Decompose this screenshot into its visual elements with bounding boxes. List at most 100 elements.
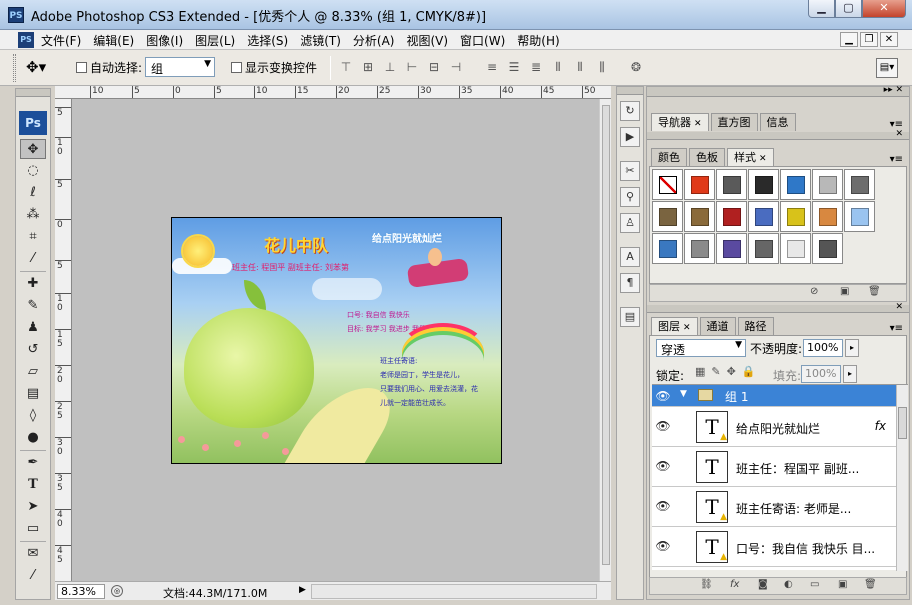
fill-input[interactable]: 100% xyxy=(801,365,841,383)
tab-navigator[interactable]: 导航器 ✕ xyxy=(651,113,709,131)
brushes-panel-icon[interactable]: ⚲ xyxy=(620,187,640,207)
status-menu-arrow-icon[interactable]: ▶ xyxy=(299,585,306,595)
visibility-eye-icon[interactable]: 👁 xyxy=(655,538,671,554)
lock-pixels-icon[interactable]: ✎ xyxy=(711,365,720,378)
style-swatch[interactable] xyxy=(716,169,747,200)
align-bottom-icon[interactable]: ⊥ xyxy=(382,59,398,75)
panel-close-icon[interactable]: ✕ xyxy=(895,302,903,312)
lasso-tool-icon[interactable]: ℓ xyxy=(20,183,46,203)
clone-source-icon[interactable]: ♙ xyxy=(620,213,640,233)
align-hcenter-icon[interactable]: ⊟ xyxy=(426,59,442,75)
visibility-eye-icon[interactable]: 👁 xyxy=(655,388,671,404)
layer-row[interactable]: 👁 T ▲ 口号：我自信 我快乐 目... xyxy=(652,528,896,567)
menu-edit[interactable]: 编辑(E) xyxy=(93,32,134,49)
delete-layer-icon[interactable]: 🗑 xyxy=(864,579,877,590)
style-swatch[interactable] xyxy=(684,169,715,200)
menu-select[interactable]: 选择(S) xyxy=(247,32,288,49)
crop-tool-icon[interactable]: ⌗ xyxy=(20,227,46,247)
new-style-icon[interactable]: ▣ xyxy=(840,286,849,297)
eraser-icon[interactable]: ▱ xyxy=(20,362,46,382)
align-right-icon[interactable]: ⊣ xyxy=(448,59,464,75)
history-panel-icon[interactable]: ↻ xyxy=(620,101,640,121)
layer-effects-icon[interactable]: fx xyxy=(875,419,886,433)
style-swatch[interactable] xyxy=(748,233,779,264)
menu-filter[interactable]: 滤镜(T) xyxy=(300,32,341,49)
menu-analysis[interactable]: 分析(A) xyxy=(353,32,395,49)
document-profile-icon[interactable]: ◎ xyxy=(111,585,123,597)
canvas-vertical-scrollbar[interactable] xyxy=(599,99,611,581)
auto-select-checkbox[interactable] xyxy=(76,62,87,73)
close-button[interactable]: ✕ xyxy=(862,0,906,18)
style-swatch[interactable] xyxy=(684,201,715,232)
align-vcenter-icon[interactable]: ⊞ xyxy=(360,59,376,75)
layer-row[interactable]: 👁 T 班主任：程国平 副班... xyxy=(652,448,896,487)
add-style-icon[interactable]: fx xyxy=(730,579,739,590)
options-grip[interactable] xyxy=(13,54,16,82)
vertical-ruler[interactable]: 5 1 0 5 0 5 1 0 1 5 2 0 2 5 3 0 3 5 4 0 … xyxy=(55,99,72,581)
panel-divider[interactable]: ✕ xyxy=(647,302,909,313)
menu-file[interactable]: 文件(F) xyxy=(41,32,81,49)
expand-caret-icon[interactable]: ▼ xyxy=(680,389,687,399)
tool-presets-icon[interactable]: ✂ xyxy=(620,161,640,181)
style-swatch[interactable] xyxy=(780,233,811,264)
no-style-swatch[interactable] xyxy=(652,169,683,200)
panel-divider[interactable]: ✕ xyxy=(647,129,909,140)
menu-image[interactable]: 图像(I) xyxy=(146,32,183,49)
doc-minimize-icon[interactable]: ▁ xyxy=(840,32,858,47)
distribute-right-icon[interactable]: ⫼ xyxy=(594,59,610,75)
distribute-hcenter-icon[interactable]: ⦀ xyxy=(572,59,588,75)
tab-paths[interactable]: 路径 xyxy=(737,317,774,335)
title-bar[interactable]: PS Adobe Photoshop CS3 Extended - [优秀个人 … xyxy=(0,0,912,30)
document-image[interactable]: 花儿中队 给点阳光就灿烂 班主任: 程国平 副班主任: 刘苯第 口号: 我自信 … xyxy=(171,217,502,464)
marquee-tool-icon[interactable]: ◌ xyxy=(20,161,46,181)
type-tool-icon[interactable]: T xyxy=(20,475,46,495)
layer-comps-icon[interactable]: ▤ xyxy=(620,307,640,327)
menu-window[interactable]: 窗口(W) xyxy=(460,32,505,49)
style-swatch[interactable] xyxy=(812,201,843,232)
align-top-icon[interactable]: ⊤ xyxy=(338,59,354,75)
close-icon[interactable]: ✕ xyxy=(683,323,691,333)
new-layer-icon[interactable]: ▣ xyxy=(838,579,847,590)
move-tool-icon[interactable]: ✥ xyxy=(20,139,46,159)
fill-slider-icon[interactable]: ▸ xyxy=(843,365,857,383)
style-swatch[interactable] xyxy=(844,169,875,200)
style-swatch[interactable] xyxy=(748,169,779,200)
dock-grip[interactable] xyxy=(617,87,643,95)
tab-info[interactable]: 信息 xyxy=(759,113,796,131)
blend-mode-dropdown[interactable]: 穿透 ▼ xyxy=(656,339,746,357)
tab-histogram[interactable]: 直方图 xyxy=(710,113,758,131)
layer-row[interactable]: 👁 T ▲ 给点阳光就灿烂 fx xyxy=(652,408,896,447)
opacity-input[interactable]: 100% xyxy=(803,339,843,357)
pen-tool-icon[interactable]: ✒ xyxy=(20,453,46,473)
layers-scrollbar[interactable] xyxy=(896,385,908,571)
distribute-vcenter-icon[interactable]: ☰ xyxy=(506,59,522,75)
dodge-icon[interactable]: ● xyxy=(20,428,46,448)
tab-color[interactable]: 颜色 xyxy=(651,148,687,166)
shape-tool-icon[interactable]: ▭ xyxy=(20,519,46,539)
menu-view[interactable]: 视图(V) xyxy=(406,32,448,49)
brush-tool-icon[interactable]: ✎ xyxy=(20,296,46,316)
style-swatch[interactable] xyxy=(780,169,811,200)
workspace-button[interactable]: ▤▾ xyxy=(876,58,898,78)
doc-close-icon[interactable]: ✕ xyxy=(880,32,898,47)
opacity-slider-icon[interactable]: ▸ xyxy=(845,339,859,357)
adjustment-layer-icon[interactable]: ◐ xyxy=(784,579,793,590)
distribute-bottom-icon[interactable]: ≣ xyxy=(528,59,544,75)
lock-position-icon[interactable]: ✥ xyxy=(727,365,736,378)
blur-icon[interactable]: ◊ xyxy=(20,406,46,426)
tab-channels[interactable]: 通道 xyxy=(699,317,736,335)
document-icon[interactable]: PS xyxy=(18,32,34,48)
show-transform-checkbox[interactable] xyxy=(231,62,242,73)
close-icon[interactable]: ✕ xyxy=(694,119,702,129)
visibility-eye-icon[interactable]: 👁 xyxy=(655,458,671,474)
style-swatch[interactable] xyxy=(652,233,683,264)
layer-row[interactable]: 👁 T ▲ 班主任寄语: 老师是... xyxy=(652,488,896,527)
lock-transparent-icon[interactable]: ▦ xyxy=(695,365,705,378)
panel-close-icon[interactable]: ✕ xyxy=(895,129,903,139)
tab-styles[interactable]: 样式 ✕ xyxy=(727,148,774,166)
style-swatch[interactable] xyxy=(716,233,747,264)
canvas-horizontal-scrollbar[interactable] xyxy=(311,584,597,599)
notes-icon[interactable]: ✉ xyxy=(20,544,46,564)
auto-align-icon[interactable]: ❂ xyxy=(628,59,644,75)
gradient-icon[interactable]: ▤ xyxy=(20,384,46,404)
